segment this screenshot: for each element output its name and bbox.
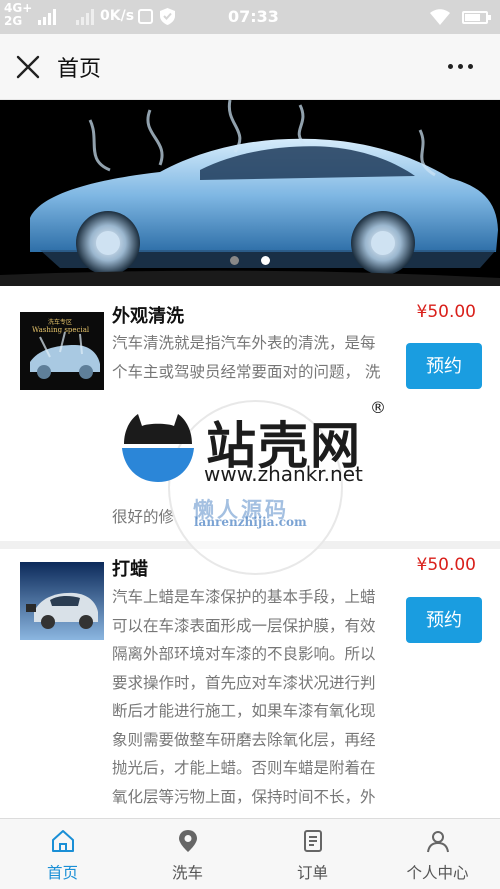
banner-carousel[interactable]	[0, 100, 500, 286]
close-icon[interactable]	[16, 55, 40, 79]
wifi-icon	[430, 9, 450, 25]
carousel-dot-2[interactable]	[261, 256, 270, 265]
svg-text:洗车专区: 洗车专区	[48, 318, 72, 326]
more-dots-icon[interactable]	[446, 63, 476, 71]
description-line: 汽车清洗就是指汽车外表的清洗，是每	[112, 334, 376, 352]
clock: 07:33	[228, 7, 279, 26]
service-name: 打蜡	[112, 559, 148, 580]
signal-icon	[38, 9, 56, 25]
description-line: 抛光后，才能上蜡。否则车蜡是附着在	[112, 759, 376, 777]
banner-car-image	[0, 100, 500, 286]
battery-icon	[462, 11, 491, 24]
tab-home[interactable]: 首页	[0, 819, 125, 889]
tab-label: 订单	[296, 864, 328, 882]
location-pin-icon	[179, 830, 197, 852]
thumb-caption: Washing special	[32, 326, 90, 334]
network-speed: 0K/s	[100, 8, 135, 24]
app-screen: 4G+ 2G 0K/s 07:33 首页 洗车专区 Washing specia…	[0, 0, 500, 889]
network-type: 4G+ 2G	[4, 2, 32, 28]
top-nav-bar: 首页	[0, 34, 500, 100]
tab-label: 首页	[46, 864, 78, 882]
service-item-wax[interactable]: 打蜡 ¥50.00 汽车上蜡是车漆保护的基本手段，上蜡 可以在车漆表面形成一层保…	[0, 549, 500, 818]
shield-icon	[160, 8, 175, 25]
watermark-logo: 站壳网 ® www.zhankr.net	[118, 398, 388, 496]
tab-wash[interactable]: 洗车	[125, 819, 250, 889]
description-line: 汽车上蜡是车漆保护的基本手段，上蜡	[112, 588, 376, 606]
description-line: 氧化层等污物上面，保持时间不长，外	[112, 787, 376, 806]
status-bar: 4G+ 2G 0K/s 07:33	[0, 0, 500, 34]
book-button[interactable]: 预约	[406, 597, 482, 643]
description-line: 个车主或驾驶员经常要面对的问题， 洗	[112, 362, 381, 381]
tab-profile[interactable]: 个人中心	[375, 819, 500, 889]
signal-secondary-icon	[76, 9, 94, 25]
watermark-secondary-url: lanrenzhijia.com	[194, 515, 307, 529]
network-bottom-label: 2G	[4, 14, 23, 28]
description-line: 要求操作时，首先应对车漆状况进行判	[112, 673, 376, 692]
description-line: 可以在车漆表面形成一层保护膜，有效	[112, 616, 376, 635]
service-description: 汽车清洗就是指汽车外表的清洗，是每 个车主或驾驶员经常要面对的问题， 洗	[112, 329, 398, 386]
tab-orders[interactable]: 订单	[250, 819, 375, 889]
watermark-url: www.zhankr.net	[204, 462, 363, 486]
service-thumbnail	[20, 562, 104, 640]
description-line: 隔离外部环境对车漆的不良影响。所以	[112, 645, 376, 663]
description-line: 象则需要做整车研磨去除氧化层，再经	[112, 730, 376, 749]
service-price: ¥50.00	[416, 302, 476, 322]
bottom-tab-bar: 首页 洗车 订单 个人中心	[0, 818, 500, 889]
service-description: 汽车上蜡是车漆保护的基本手段，上蜡 可以在车漆表面形成一层保护膜，有效 隔离外部…	[112, 583, 398, 811]
watermark-cat-icon	[122, 414, 194, 482]
watermark-registered-mark: ®	[370, 398, 386, 417]
notification-icon	[138, 9, 153, 24]
order-list-icon	[304, 830, 322, 852]
service-name: 外观清洗	[112, 306, 184, 327]
description-line: 断后才能进行施工，如果车漆有氧化现	[112, 702, 376, 720]
carousel-dot-1[interactable]	[230, 256, 239, 265]
book-button[interactable]: 预约	[406, 343, 482, 389]
service-thumbnail: 洗车专区 Washing special	[20, 312, 104, 390]
page-title: 首页	[57, 57, 102, 82]
tab-label: 洗车	[171, 864, 203, 882]
service-price: ¥50.00	[416, 555, 476, 575]
user-icon	[427, 831, 449, 853]
tab-label: 个人中心	[406, 864, 469, 882]
home-icon	[52, 830, 74, 852]
